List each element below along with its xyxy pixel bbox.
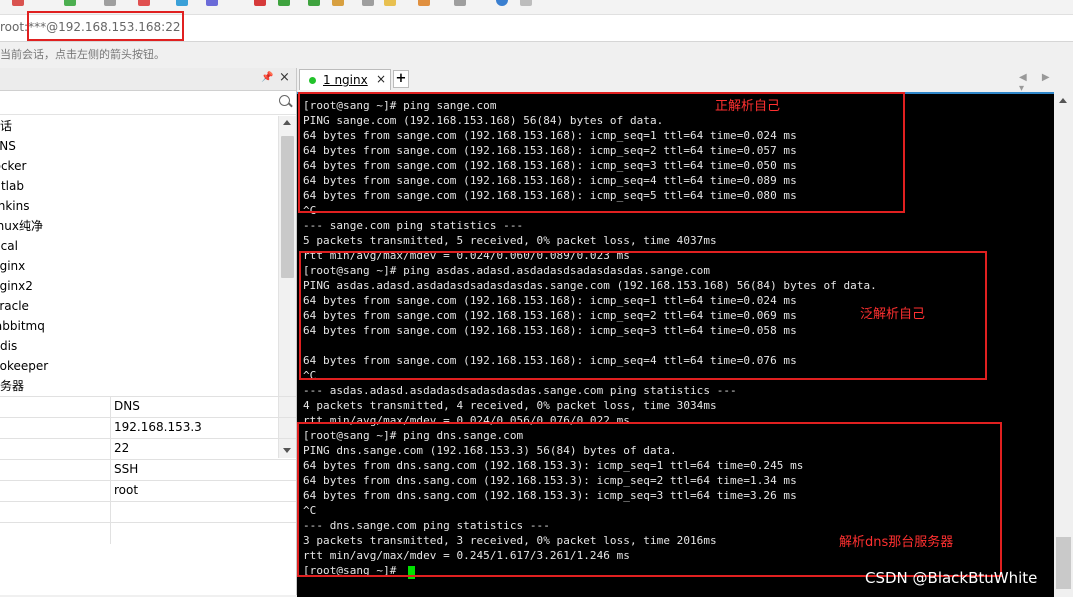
property-value: DNS	[114, 399, 140, 413]
toolbar-icon[interactable]	[278, 0, 290, 6]
add-tab-button[interactable]: +	[393, 70, 409, 88]
toolbar-icon[interactable]	[308, 0, 320, 6]
scroll-up-icon[interactable]	[1059, 98, 1067, 103]
session-item[interactable]: jenkins	[0, 196, 29, 216]
terminal-line: --- sange.com ping statistics ---	[303, 219, 524, 232]
toolbar-icon[interactable]	[384, 0, 396, 6]
toolbar-icon[interactable]	[176, 0, 188, 6]
property-row: 192.168.153.3	[0, 417, 296, 439]
property-value: 192.168.153.3	[114, 420, 202, 434]
property-row	[0, 501, 296, 523]
session-item[interactable]: linux纯净	[0, 216, 43, 236]
session-item[interactable]: gitlab	[0, 176, 24, 196]
terminal-line: 4 packets transmitted, 4 received, 0% pa…	[303, 399, 717, 412]
scrollbar-thumb[interactable]	[1056, 537, 1071, 589]
toolbar-icon[interactable]	[332, 0, 344, 6]
tab-nginx[interactable]: 1 nginx ×	[299, 69, 391, 90]
terminal-line: --- asdas.adasd.asdadasdsadasdasdas.sang…	[303, 384, 737, 397]
search-input[interactable]	[0, 93, 274, 113]
session-item[interactable]: oracle	[0, 296, 29, 316]
tab-nav-arrows[interactable]: ◀ ▶ ▾	[1019, 72, 1073, 94]
terminal-line: 5 packets transmitted, 5 received, 0% pa…	[303, 234, 717, 247]
session-item[interactable]: redis	[0, 336, 17, 356]
annotation-label: 正解析自己	[715, 99, 781, 114]
toolbar-icon[interactable]	[206, 0, 218, 6]
close-icon[interactable]: ×	[279, 70, 290, 85]
session-item[interactable]: DNS	[0, 136, 16, 156]
scroll-up-icon[interactable]	[283, 120, 291, 125]
session-item[interactable]: nginx2	[0, 276, 33, 296]
session-item[interactable]: 会话	[0, 116, 12, 136]
session-hint: 当前会话，点击左侧的箭头按钮。	[0, 48, 165, 61]
property-value: SSH	[114, 462, 139, 476]
toolbar-icon[interactable]	[454, 0, 466, 6]
tab-label: 1 nginx	[323, 73, 368, 87]
session-item[interactable]: zookeeper	[0, 356, 48, 376]
toolbar-icon[interactable]	[138, 0, 150, 6]
toolbar-icon[interactable]	[520, 0, 532, 6]
session-item[interactable]: local	[0, 236, 18, 256]
session-item[interactable]: 服务器	[0, 376, 24, 396]
session-panel: 📌 × 会话 DNS docker gitlab jenkins linux纯净…	[0, 68, 297, 595]
property-row: SSH	[0, 459, 296, 481]
property-row: 22	[0, 438, 296, 460]
toolbar-icon[interactable]	[64, 0, 76, 6]
property-value: 22	[114, 441, 130, 455]
property-row: root	[0, 480, 296, 502]
toolbar-icon[interactable]	[496, 0, 508, 6]
address-highlight-box	[27, 11, 184, 41]
green-status-dot	[309, 77, 316, 84]
toolbar-icon[interactable]	[418, 0, 430, 6]
toolbar-icon[interactable]	[254, 0, 266, 6]
annotation-box	[297, 422, 1002, 577]
annotation-label: 泛解析自己	[860, 307, 926, 322]
property-value: root	[114, 483, 139, 497]
terminal-scrollbar[interactable]	[1054, 92, 1073, 595]
annotation-label: 解析dns那台服务器	[839, 535, 954, 550]
toolbar-icon[interactable]	[104, 0, 116, 6]
scrollbar-thumb[interactable]	[281, 136, 294, 278]
session-item[interactable]: rabbitmq	[0, 316, 45, 336]
close-icon[interactable]: ×	[376, 72, 386, 86]
property-row	[0, 522, 296, 544]
pin-icon[interactable]: 📌	[261, 72, 273, 83]
session-properties: DNS 192.168.153.3 22 SSH root	[0, 396, 296, 596]
property-row: DNS	[0, 396, 296, 418]
session-item[interactable]: docker	[0, 156, 26, 176]
toolbar-icon[interactable]	[362, 0, 374, 6]
search-row	[0, 92, 296, 115]
session-item[interactable]: nginx	[0, 256, 25, 276]
annotation-box	[298, 92, 905, 213]
watermark: CSDN @BlackBtuWhite	[865, 569, 1038, 587]
panel-header: 📌 ×	[0, 68, 296, 91]
search-icon[interactable]	[279, 95, 290, 106]
toolbar-icon[interactable]	[12, 0, 24, 6]
